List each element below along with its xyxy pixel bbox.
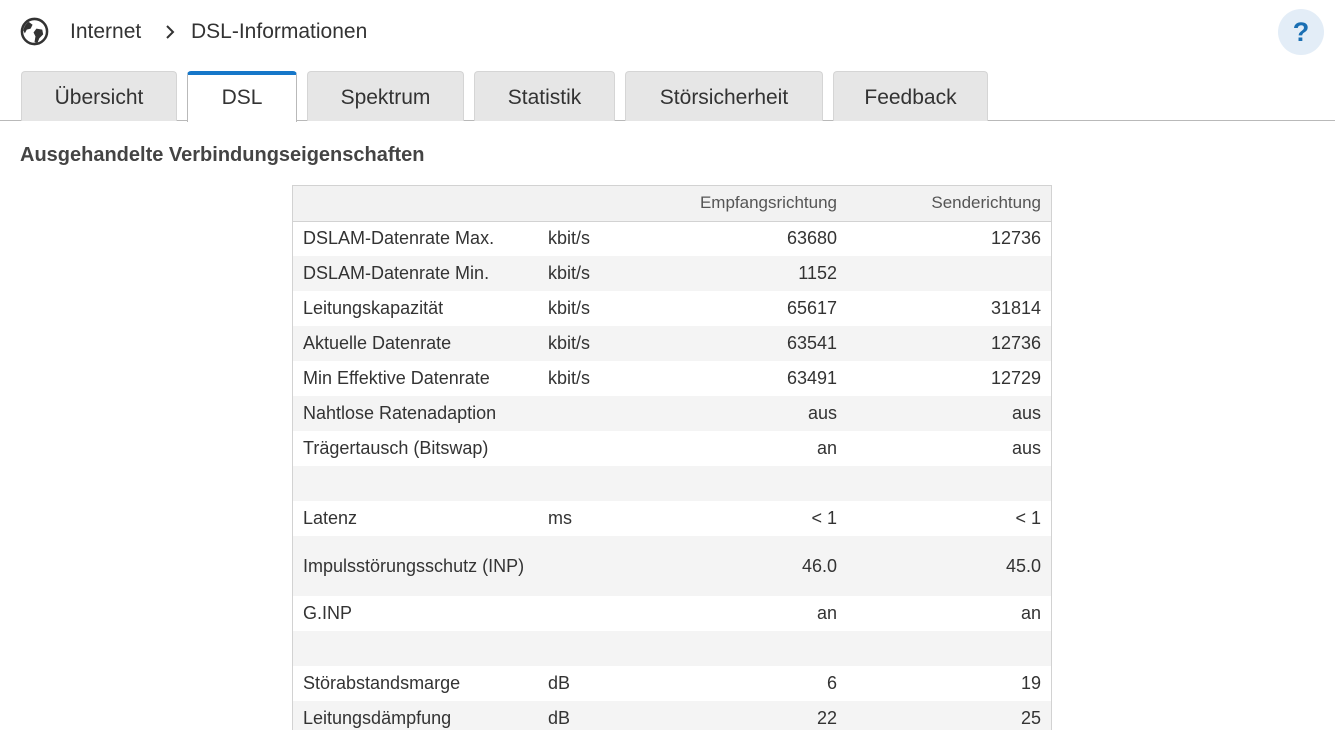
row-label [293,466,538,501]
row-rx-value: 46.0 [658,536,847,596]
help-button[interactable]: ? [1278,9,1324,55]
table-row: Nahtlose Ratenadaption aus aus [293,396,1051,431]
row-unit: dB [538,701,658,730]
row-label [293,631,538,666]
tab-feedback[interactable]: Feedback [833,71,988,121]
column-header-label [293,186,538,222]
row-label: Leitungsdämpfung [293,701,538,730]
tab-statistik[interactable]: Statistik [474,71,615,121]
row-label: Aktuelle Datenrate [293,326,538,361]
row-rx-value: 65617 [786,298,837,318]
row-tx-value: an [1020,603,1041,623]
row-label: G.INP [303,603,353,623]
row-rx-value: 1152 [658,256,847,291]
row-rx-value [658,631,847,666]
row-rx-value: aus [658,396,847,431]
table-row: Aktuelle Datenrate kbit/s 63541 12736 [293,326,1051,361]
page-header: Internet DSL-Informationen ? [0,0,1335,64]
table-row: G.INP an an [293,596,1051,631]
row-unit: dB [548,673,571,693]
connection-properties-table: Empfangsrichtung Senderichtung DSLAM-Dat… [292,185,1052,730]
column-header-senderichtung: Senderichtung [847,186,1051,222]
tab-spektrum[interactable]: Spektrum [307,71,464,121]
row-tx-value: aus [1011,438,1041,458]
row-label: Leitungskapazität [303,298,444,318]
column-header-unit [538,186,658,222]
row-label: DSLAM-Datenrate Min. [293,256,538,291]
row-rx-value: 63541 [658,326,847,361]
row-tx-value: 31814 [990,298,1041,318]
table-row: Leitungsdämpfung dB 22 25 [293,701,1051,730]
row-tx-value [847,256,1051,291]
row-label: Störabstandsmarge [303,673,461,693]
row-tx-value: 19 [1020,673,1041,693]
row-rx-value: 6 [826,673,837,693]
row-label: Latenz [303,508,358,528]
section-title: Ausgehandelte Verbindungseigenschaften [20,144,425,166]
row-unit: kbit/s [548,368,591,388]
column-header-empfangsrichtung: Empfangsrichtung [658,186,847,222]
breadcrumb-internet[interactable]: Internet [70,18,141,46]
row-label: Trägertausch (Bitswap) [303,438,489,458]
row-unit [538,396,658,431]
table-row: Leitungskapazität kbit/s 65617 31814 [293,291,1051,326]
row-label: DSLAM-Datenrate Max. [303,228,495,249]
row-unit [538,431,658,466]
row-unit [538,466,658,501]
table-row-spacer [293,631,1051,666]
row-unit [538,536,658,596]
row-unit: kbit/s [548,298,591,318]
table-row: DSLAM-Datenrate Max. kbit/s 63680 12736 [293,221,1051,256]
table-row-spacer [293,466,1051,501]
row-rx-value: an [816,603,837,623]
row-tx-value: aus [847,396,1051,431]
row-rx-value: 22 [658,701,847,730]
tab-stoersicherheit[interactable]: Störsicherheit [625,71,823,121]
table-row: DSLAM-Datenrate Min. kbit/s 1152 [293,256,1051,291]
row-tx-value: 12736 [847,326,1051,361]
row-unit: kbit/s [538,326,658,361]
row-unit: kbit/s [538,256,658,291]
table-row: Impulsstörungsschutz (INP) 46.0 45.0 [293,536,1051,596]
globe-icon [20,17,49,46]
row-tx-value: 12736 [990,228,1041,249]
row-tx-value: 12729 [990,368,1041,388]
row-tx-value: 25 [847,701,1051,730]
row-rx-value: an [816,438,837,458]
row-tx-value: < 1 [1015,508,1041,528]
row-unit: ms [548,508,572,528]
breadcrumb-dsl-informationen: DSL-Informationen [191,20,368,43]
row-tx-value [847,631,1051,666]
row-tx-value: 45.0 [847,536,1051,596]
row-tx-value [847,466,1051,501]
row-rx-value [658,466,847,501]
row-label: Min Effektive Datenrate [303,368,490,388]
chevron-right-icon [166,25,175,39]
row-unit: kbit/s [548,228,591,249]
table-header-row: Empfangsrichtung Senderichtung [293,186,1051,222]
row-rx-value: < 1 [811,508,837,528]
row-label: Impulsstörungsschutz (INP) [293,536,538,596]
table-row: Latenz ms < 1 < 1 [293,501,1051,536]
row-unit [538,596,658,631]
tab-bar: Übersicht DSL Spektrum Statistik Störsic… [0,71,1335,122]
row-rx-value: 63491 [786,368,837,388]
row-rx-value: 63680 [786,228,837,249]
tab-dsl[interactable]: DSL [187,71,297,122]
row-unit [538,631,658,666]
table-row: Trägertausch (Bitswap) an aus [293,431,1051,466]
row-label: Nahtlose Ratenadaption [293,396,538,431]
tab-uebersicht[interactable]: Übersicht [21,71,177,121]
table-row: Störabstandsmarge dB 6 19 [293,666,1051,701]
table-row: Min Effektive Datenrate kbit/s 63491 127… [293,361,1051,396]
